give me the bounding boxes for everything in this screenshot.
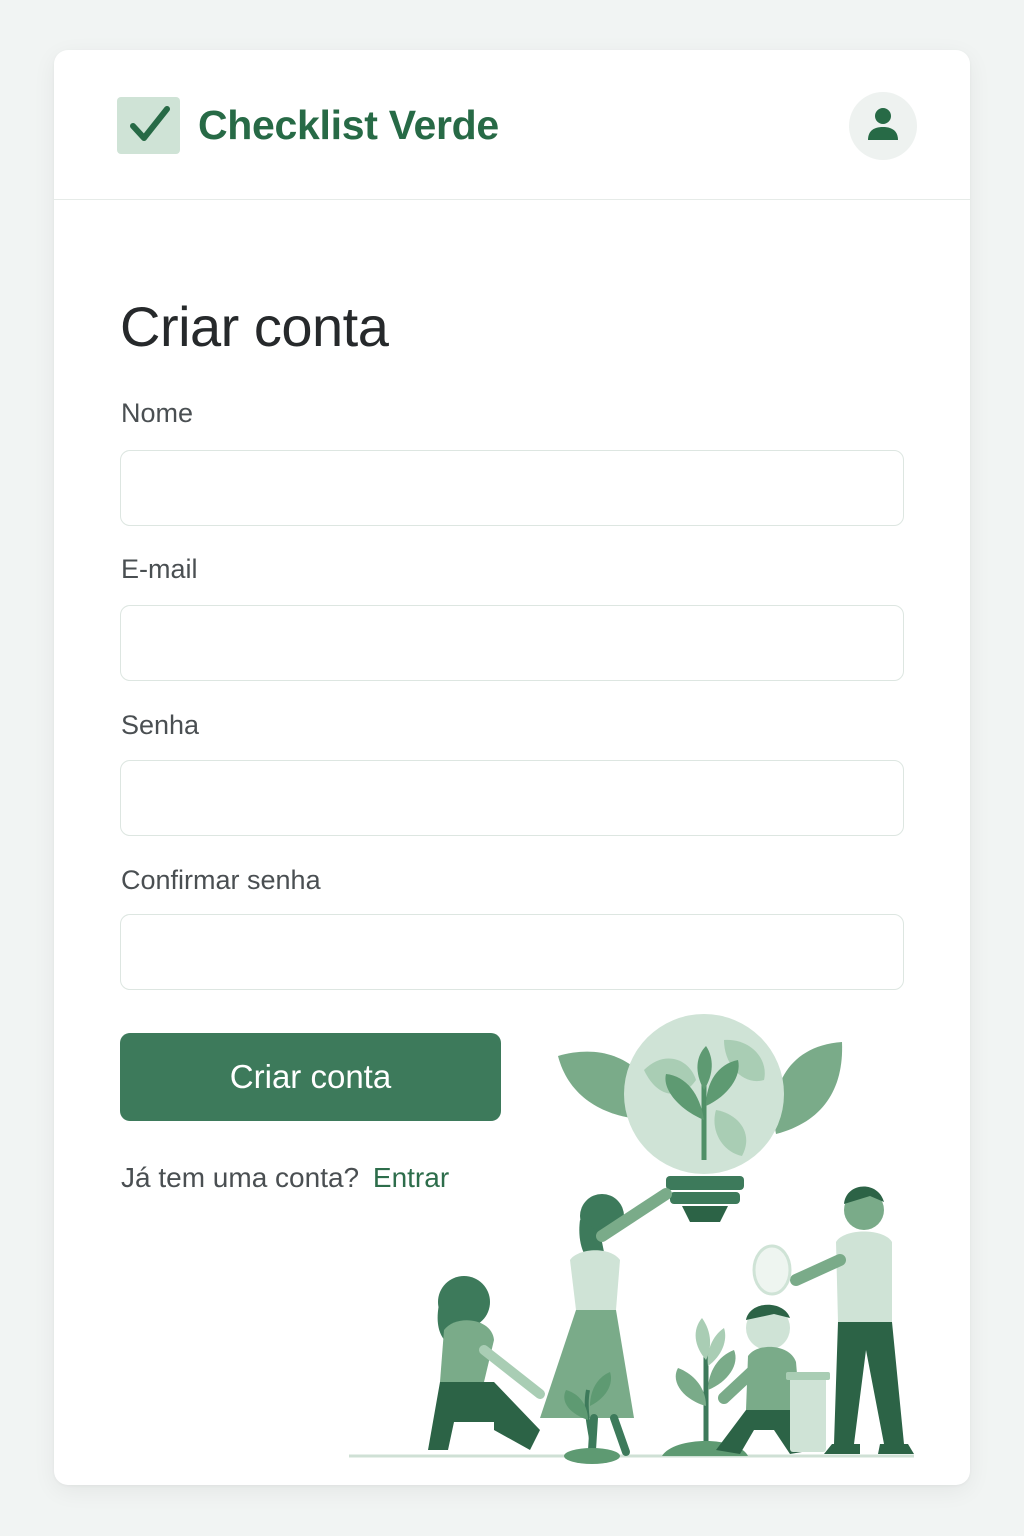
confirm-password-input[interactable] [120, 914, 904, 990]
brand-name: Checklist Verde [198, 102, 499, 148]
seed-capsule [752, 1244, 792, 1296]
name-label: Nome [121, 398, 194, 428]
page-title: Criar conta [120, 295, 389, 358]
password-label: Senha [121, 710, 200, 740]
app-header: Checklist Verde [54, 50, 970, 200]
email-input[interactable] [120, 605, 904, 681]
compost-bin [790, 1376, 826, 1452]
right-leaf [774, 1042, 843, 1134]
checkmark-icon [130, 106, 170, 141]
confirm-password-label: Confirmar senha [121, 865, 321, 895]
sustainability-illustration [349, 1014, 914, 1464]
password-input[interactable] [120, 760, 904, 836]
user-icon [868, 108, 898, 140]
logo [117, 97, 180, 154]
login-prompt-text: Já tem uma conta? [121, 1162, 360, 1193]
name-input[interactable] [120, 450, 904, 526]
bulb-base [666, 1176, 744, 1190]
account-button[interactable] [849, 92, 917, 160]
email-label: E-mail [121, 554, 198, 584]
signup-card: Checklist Verde Criar conta Nome E-mail … [54, 50, 970, 1485]
